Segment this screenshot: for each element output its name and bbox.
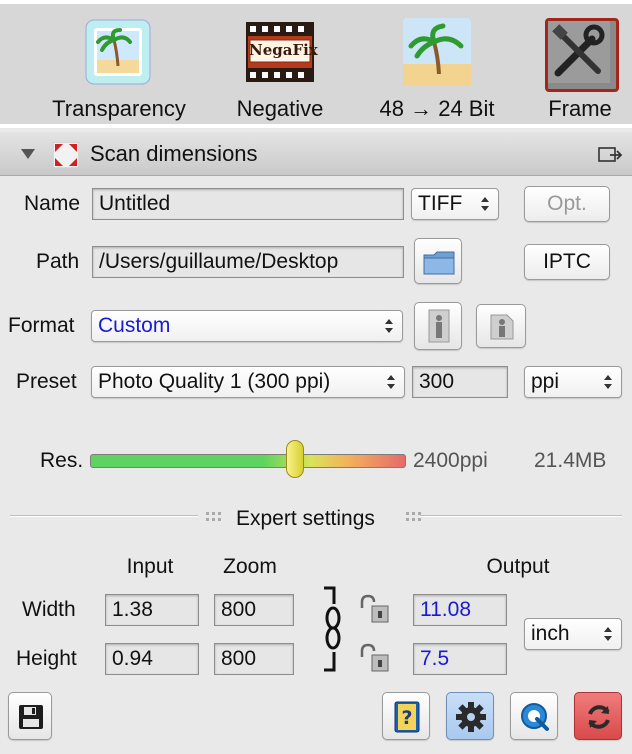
iptc-button[interactable]: IPTC <box>524 244 610 280</box>
expert-settings-title[interactable]: Expert settings <box>236 507 375 531</box>
select-arrows-icon <box>385 319 393 333</box>
path-field[interactable]: /Users/guillaume/Desktop <box>92 246 404 278</box>
resolution-value: 2400ppi <box>413 449 488 472</box>
tool-transparency-label[interactable]: Transparency <box>44 96 194 122</box>
name-label: Name <box>24 192 81 215</box>
landscape-icon <box>490 314 514 340</box>
magnifier-q-icon <box>521 703 549 731</box>
column-zoom-header: Zoom <box>223 555 277 578</box>
negafix-logo: NegaFix <box>249 41 318 59</box>
format-label: Format <box>8 314 75 337</box>
portrait-icon <box>428 309 450 343</box>
palm-beach-icon[interactable] <box>403 18 471 86</box>
file-size-value: 21.4MB <box>534 449 607 472</box>
tool-48-24-bit-label[interactable]: 48 → 24 Bit <box>362 96 512 122</box>
name-field[interactable]: Untitled <box>92 188 404 220</box>
preset-resolution-field[interactable]: 300 <box>412 366 508 398</box>
resolution-slider-track[interactable] <box>90 454 406 468</box>
height-label: Height <box>16 647 77 670</box>
svg-text:?: ? <box>401 707 412 729</box>
landscape-orientation-button[interactable] <box>476 304 526 348</box>
floppy-disk-icon <box>19 705 43 729</box>
folder-icon <box>423 251 455 275</box>
options-button[interactable]: Opt. <box>524 186 610 222</box>
tool-negative-label[interactable]: Negative <box>220 96 340 122</box>
width-output-field[interactable]: 11.08 <box>413 594 507 626</box>
gear-icon <box>456 702 486 732</box>
preset-unit-select[interactable]: ppi <box>524 366 622 398</box>
select-arrows-icon <box>481 197 489 211</box>
save-settings-button[interactable] <box>8 692 52 740</box>
file-type-value: TIFF <box>418 192 463 215</box>
height-input-field[interactable]: 0.94 <box>105 643 199 675</box>
tool-frame-label[interactable]: Frame <box>530 96 630 122</box>
format-value: Custom <box>98 314 171 337</box>
width-lock-icon[interactable] <box>358 594 390 624</box>
grip-right-icon <box>406 512 421 521</box>
grip-left-icon <box>206 512 221 521</box>
file-type-select[interactable]: TIFF <box>411 188 499 220</box>
preset-label: Preset <box>16 370 77 393</box>
divider-right <box>420 515 622 517</box>
chain-link-icon[interactable] <box>318 584 348 674</box>
select-arrows-icon <box>387 375 395 389</box>
palm-slide-icon[interactable] <box>84 18 152 86</box>
select-arrows-icon <box>604 627 612 641</box>
output-unit-select[interactable]: inch <box>524 618 622 650</box>
preview-quality-button[interactable] <box>510 692 558 740</box>
height-zoom-field[interactable]: 800 <box>214 643 294 675</box>
disclosure-triangle-icon[interactable] <box>20 148 36 160</box>
width-input-field[interactable]: 1.38 <box>105 594 199 626</box>
select-arrows-icon <box>604 375 612 389</box>
height-output-field[interactable]: 7.5 <box>413 643 507 675</box>
toolbar: Transparency NegaFix Negative 48 → 24 Bi… <box>0 0 632 128</box>
column-output-header: Output <box>486 555 550 578</box>
reset-button[interactable] <box>574 692 622 740</box>
panel-header[interactable]: Scan dimensions <box>0 132 632 176</box>
help-book-icon: ? <box>394 701 420 733</box>
panel-title: Scan dimensions <box>90 141 258 166</box>
width-zoom-field[interactable]: 800 <box>214 594 294 626</box>
path-label: Path <box>36 250 80 273</box>
refresh-icon <box>588 705 610 729</box>
portrait-orientation-button[interactable] <box>414 302 462 350</box>
settings-button[interactable] <box>446 692 494 740</box>
output-unit-value: inch <box>531 622 570 645</box>
preset-value: Photo Quality 1 (300 ppi) <box>98 370 331 393</box>
divider-left <box>10 515 198 517</box>
width-label: Width <box>22 598 76 621</box>
resolution-slider-thumb[interactable] <box>286 440 305 478</box>
preset-unit-value: ppi <box>531 370 560 393</box>
tools-frame-icon[interactable] <box>545 18 619 92</box>
panel-detach-icon[interactable] <box>598 147 622 163</box>
column-input-header: Input <box>126 555 174 578</box>
preset-select[interactable]: Photo Quality 1 (300 ppi) <box>91 366 405 398</box>
format-select[interactable]: Custom <box>91 310 403 342</box>
resolution-label: Res. <box>40 449 84 472</box>
help-button[interactable]: ? <box>382 692 430 740</box>
scan-dimensions-icon <box>53 142 79 168</box>
choose-folder-button[interactable] <box>414 238 462 284</box>
height-lock-icon[interactable] <box>358 643 390 673</box>
